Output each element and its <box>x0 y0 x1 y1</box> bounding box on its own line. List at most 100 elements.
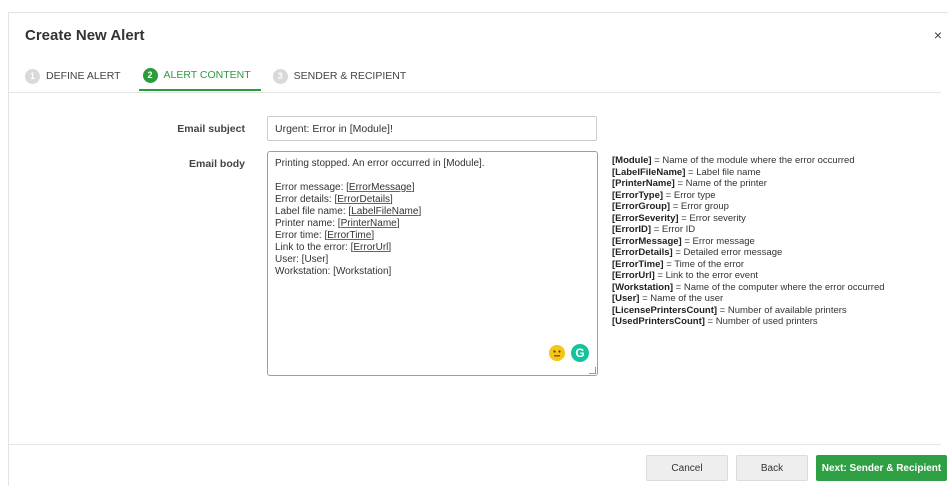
legend-description: = Error severity <box>678 212 746 224</box>
close-icon[interactable]: × <box>934 27 942 43</box>
legend-key: [ErrorMessage] <box>612 235 682 247</box>
legend-key: [LabelFileName] <box>612 166 686 178</box>
legend-item: [ErrorDetails] = Detailed error message <box>612 247 885 259</box>
emoji-icon[interactable] <box>549 345 565 361</box>
step-label: SENDER & RECIPIENT <box>293 70 407 82</box>
legend-key: [Workstation] <box>612 281 674 293</box>
legend-description: = Error group <box>670 201 729 212</box>
email-body-text: ] <box>396 218 400 229</box>
legend-item: [ErrorType] = Error type <box>612 190 885 202</box>
legend-key: [PrinterName] <box>612 178 675 189</box>
tabs-divider <box>9 92 941 93</box>
legend-item: [UsedPrintersCount] = Number of used pri… <box>612 316 885 328</box>
email-body-placeholder: ErrorTime <box>327 230 372 241</box>
legend-key: [User] <box>612 293 640 304</box>
email-body-text: ] <box>388 242 392 253</box>
email-body-text: Link to the error: [ <box>275 242 354 253</box>
legend-key: [ErrorGroup] <box>612 201 671 212</box>
step-label: DEFINE ALERT <box>46 70 121 82</box>
tab-define-alert[interactable]: 1 DEFINE ALERT <box>21 63 131 89</box>
legend-item: [ErrorGroup] = Error group <box>612 201 885 213</box>
legend-key: [ErrorDetails] <box>612 247 673 258</box>
email-body-text: ] <box>418 206 422 217</box>
legend-item: [LicensePrintersCount] = Number of avail… <box>612 305 885 317</box>
legend-description: = Number of available printers <box>717 304 847 316</box>
email-body-line: User: [User] <box>275 254 590 266</box>
email-body-line <box>275 170 590 182</box>
legend-item: [Module] = Name of the module where the … <box>612 155 885 167</box>
email-subject-input[interactable] <box>267 116 597 141</box>
email-body-placeholder: PrinterName <box>340 218 397 229</box>
email-body-placeholder: ErrorMessage <box>348 182 412 193</box>
email-body-line: Error message: [ErrorMessage] <box>275 182 590 194</box>
email-body-text: Printer name: [ <box>275 218 341 229</box>
next-sender-recipient-button[interactable]: Next: Sender & Recipient <box>816 455 947 481</box>
step-number: 3 <box>272 68 288 84</box>
legend-item: [ErrorSeverity] = Error severity <box>612 213 885 225</box>
legend-description: = Error ID <box>651 224 696 235</box>
grammarly-icon[interactable]: G <box>571 344 589 362</box>
email-body-text: Error details: [ <box>275 194 338 205</box>
legend-item: [PrinterName] = Name of the printer <box>612 178 885 190</box>
email-body-placeholder: ErrorUrl <box>353 242 389 253</box>
email-body-text: User: [User] <box>275 254 329 265</box>
legend-description: = Number of used printers <box>704 316 818 327</box>
legend-item: [ErrorTime] = Time of the error <box>612 259 885 271</box>
legend-description: = Error type <box>663 189 716 201</box>
legend-key: [Module] <box>612 155 652 166</box>
wizard-steps: 1 DEFINE ALERT 2 ALERT CONTENT 3 SENDER … <box>21 63 424 91</box>
email-body-line: Printing stopped. An error occurred in [… <box>275 158 590 170</box>
email-body-text: ] <box>411 182 415 193</box>
legend-key: [ErrorSeverity] <box>612 212 679 224</box>
legend-description: = Name of the module where the error occ… <box>651 155 855 166</box>
email-body-text: Label file name: [ <box>275 206 352 217</box>
footer-divider <box>9 444 941 445</box>
placeholder-legend: [Module] = Name of the module where the … <box>612 155 885 328</box>
legend-item: [User] = Name of the user <box>612 293 885 305</box>
step-label: ALERT CONTENT <box>163 69 251 81</box>
legend-key: [ErrorType] <box>612 189 664 201</box>
resize-handle-icon[interactable] <box>589 367 596 374</box>
email-body-text: ] <box>390 194 393 205</box>
email-body-textarea[interactable]: Printing stopped. An error occurred in [… <box>267 151 598 376</box>
email-body-placeholder: ErrorDetails <box>337 194 391 205</box>
email-body-content: Printing stopped. An error occurred in [… <box>275 158 590 278</box>
legend-item: [ErrorMessage] = Error message <box>612 236 885 248</box>
legend-description: = Time of the error <box>663 258 745 270</box>
legend-description: = Link to the error event <box>654 270 759 281</box>
email-body-line: Label file name: [LabelFileName] <box>275 206 590 218</box>
legend-key: [LicensePrintersCount] <box>612 304 718 316</box>
legend-item: [Workstation] = Name of the computer whe… <box>612 282 885 294</box>
email-body-placeholder: LabelFileName <box>351 206 419 217</box>
email-body-line: Link to the error: [ErrorUrl] <box>275 242 590 254</box>
legend-description: = Label file name <box>685 166 761 178</box>
legend-key: [ErrorID] <box>612 224 652 235</box>
email-body-line: Workstation: [Workstation] <box>275 266 590 278</box>
legend-description: = Name of the user <box>639 293 724 304</box>
email-body-text: Error message: [ <box>275 182 349 193</box>
back-button[interactable]: Back <box>736 455 808 481</box>
legend-description: = Error message <box>681 235 755 247</box>
email-body-line: Printer name: [PrinterName] <box>275 218 590 230</box>
tab-alert-content[interactable]: 2 ALERT CONTENT <box>138 63 261 91</box>
legend-item: [ErrorID] = Error ID <box>612 224 885 236</box>
email-body-label: Email body <box>188 158 245 170</box>
legend-item: [ErrorUrl] = Link to the error event <box>612 270 885 282</box>
email-body-line: Error time: [ErrorTime] <box>275 230 590 242</box>
email-body-text: Printing stopped. An error occurred in [… <box>275 158 485 169</box>
tab-sender-recipient[interactable]: 3 SENDER & RECIPIENT <box>269 63 417 89</box>
legend-key: [ErrorUrl] <box>612 270 655 281</box>
create-alert-dialog: Create New Alert × 1 DEFINE ALERT 2 ALER… <box>8 12 948 486</box>
cancel-button[interactable]: Cancel <box>646 455 728 481</box>
legend-key: [UsedPrintersCount] <box>612 316 705 327</box>
dialog-title: Create New Alert <box>25 27 145 44</box>
email-body-text: Error time: [ <box>275 230 328 241</box>
legend-description: = Name of the computer where the error o… <box>673 281 885 293</box>
legend-description: = Detailed error message <box>672 247 783 258</box>
email-body-text: ] <box>371 230 375 241</box>
email-subject-label: Email subject <box>177 123 245 135</box>
email-body-text: Workstation: [Workstation] <box>275 266 392 277</box>
step-number: 1 <box>25 68 40 84</box>
step-number: 2 <box>142 67 158 83</box>
legend-key: [ErrorTime] <box>612 258 664 270</box>
